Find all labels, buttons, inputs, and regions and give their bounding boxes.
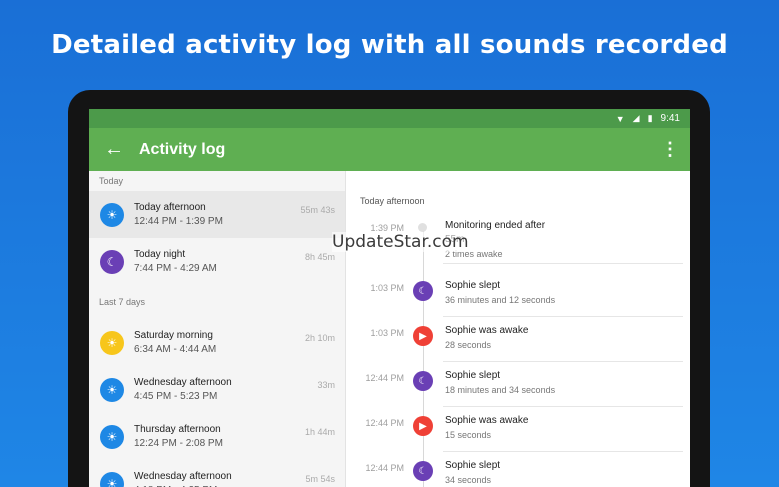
event-detail: 28 seconds [445, 340, 492, 350]
event-detail: 15 seconds [445, 430, 492, 440]
session-item[interactable]: ☀ Saturday morning 6:34 AM - 4:44 AM 2h 10m [89, 319, 345, 366]
session-duration: 2h 10m [304, 333, 335, 343]
sun-icon: ☀ [100, 377, 124, 402]
divider [443, 451, 683, 452]
session-range: 12:44 PM - 1:39 PM [134, 216, 223, 227]
timeline-line [423, 229, 424, 487]
moon-icon: ☾ [100, 249, 124, 274]
sun-icon: ☀ [100, 330, 124, 355]
session-duration: 55m 43s [300, 205, 335, 215]
headline: Detailed activity log with all sounds re… [51, 30, 728, 60]
page-title: Activity log [139, 140, 226, 158]
sun-icon: ☀ [100, 202, 124, 227]
event-detail: 34 seconds [445, 475, 492, 485]
more-options-icon[interactable]: ⋮ [650, 139, 690, 160]
moon-icon: ☾ [413, 371, 433, 391]
session-item[interactable]: ☀ Wednesday afternoon 4:45 PM - 5:23 PM 33m [89, 366, 345, 413]
section-header-week: Last 7 days [99, 297, 146, 307]
battery-icon: ▮ [647, 113, 653, 123]
play-icon[interactable]: ▶ [413, 326, 433, 346]
event-time: 12:44 PM [365, 373, 404, 383]
event-time: 1:03 PM [370, 283, 404, 293]
end-marker-icon [418, 223, 427, 232]
event-title: Sophie slept [445, 460, 501, 471]
status-bar: ▼ ◢ ▮ 9:41 [89, 109, 690, 128]
event-timeline: Today afternoon 1:39 PM Monitoring ended … [347, 171, 690, 487]
sessions-list: Today ☀ Today afternoon 12:44 PM - 1:39 PM… [89, 171, 346, 487]
session-duration: 8h 45m [304, 252, 335, 262]
wifi-icon: ▼ [615, 113, 625, 124]
session-range: 7:44 PM - 4:29 AM [134, 263, 217, 274]
session-item[interactable]: ☀Wednesday afternoon4:18 PM - 4:25 PM5m … [89, 460, 345, 487]
divider [443, 316, 683, 317]
moon-icon: ☾ [413, 461, 433, 481]
divider [443, 263, 683, 264]
event-time: 12:44 PM [365, 463, 404, 473]
event-title: Sophie was awake [445, 415, 529, 426]
play-icon[interactable]: ▶ [413, 416, 433, 436]
back-arrow-icon[interactable]: ← [89, 138, 139, 161]
session-range: 6:34 AM - 4:44 AM [134, 344, 217, 355]
session-title: Wednesday afternoon [134, 377, 232, 388]
watermark: UpdateStar.com [332, 232, 469, 252]
signal-icon: ◢ [632, 113, 640, 123]
section-header-today: Today [99, 176, 124, 186]
event-detail: 36 minutes and 12 seconds [445, 295, 556, 305]
event-time: 1:03 PM [370, 328, 404, 338]
session-duration: 33m [317, 380, 335, 390]
status-time: 9:41 [660, 113, 680, 124]
divider [443, 361, 683, 362]
event-title: Sophie slept [445, 280, 501, 291]
session-item[interactable]: ☀ Thursday afternoon 12:24 PM - 2:08 PM 1h … [89, 413, 345, 460]
session-duration: 5m 54s [305, 474, 335, 484]
app-bar: ← Activity log ⋮ [89, 128, 690, 171]
sun-icon: ☀ [100, 424, 124, 449]
session-item[interactable]: ☾ Today night 7:44 PM - 4:29 AM 8h 45m [89, 238, 345, 285]
app-screen: ▼ ◢ ▮ 9:41 ← Activity log ⋮ Today ☀ Today… [89, 109, 690, 487]
session-item[interactable]: ☀ Today afternoon 12:44 PM - 1:39 PM 55m 43… [89, 191, 345, 238]
session-duration: 1h 44m [304, 427, 335, 437]
event-detail: 18 minutes and 34 seconds [445, 385, 556, 395]
divider [443, 406, 683, 407]
session-range: 12:24 PM - 2:08 PM [134, 438, 223, 449]
moon-icon: ☾ [413, 281, 433, 301]
event-title: Sophie was awake [445, 325, 529, 336]
sun-icon: ☀ [100, 471, 124, 487]
event-time: 12:44 PM [365, 418, 404, 428]
session-range: 4:45 PM - 5:23 PM [134, 391, 218, 402]
timeline-header: Today afternoon [360, 196, 425, 206]
event-title: Sophie slept [445, 370, 501, 381]
